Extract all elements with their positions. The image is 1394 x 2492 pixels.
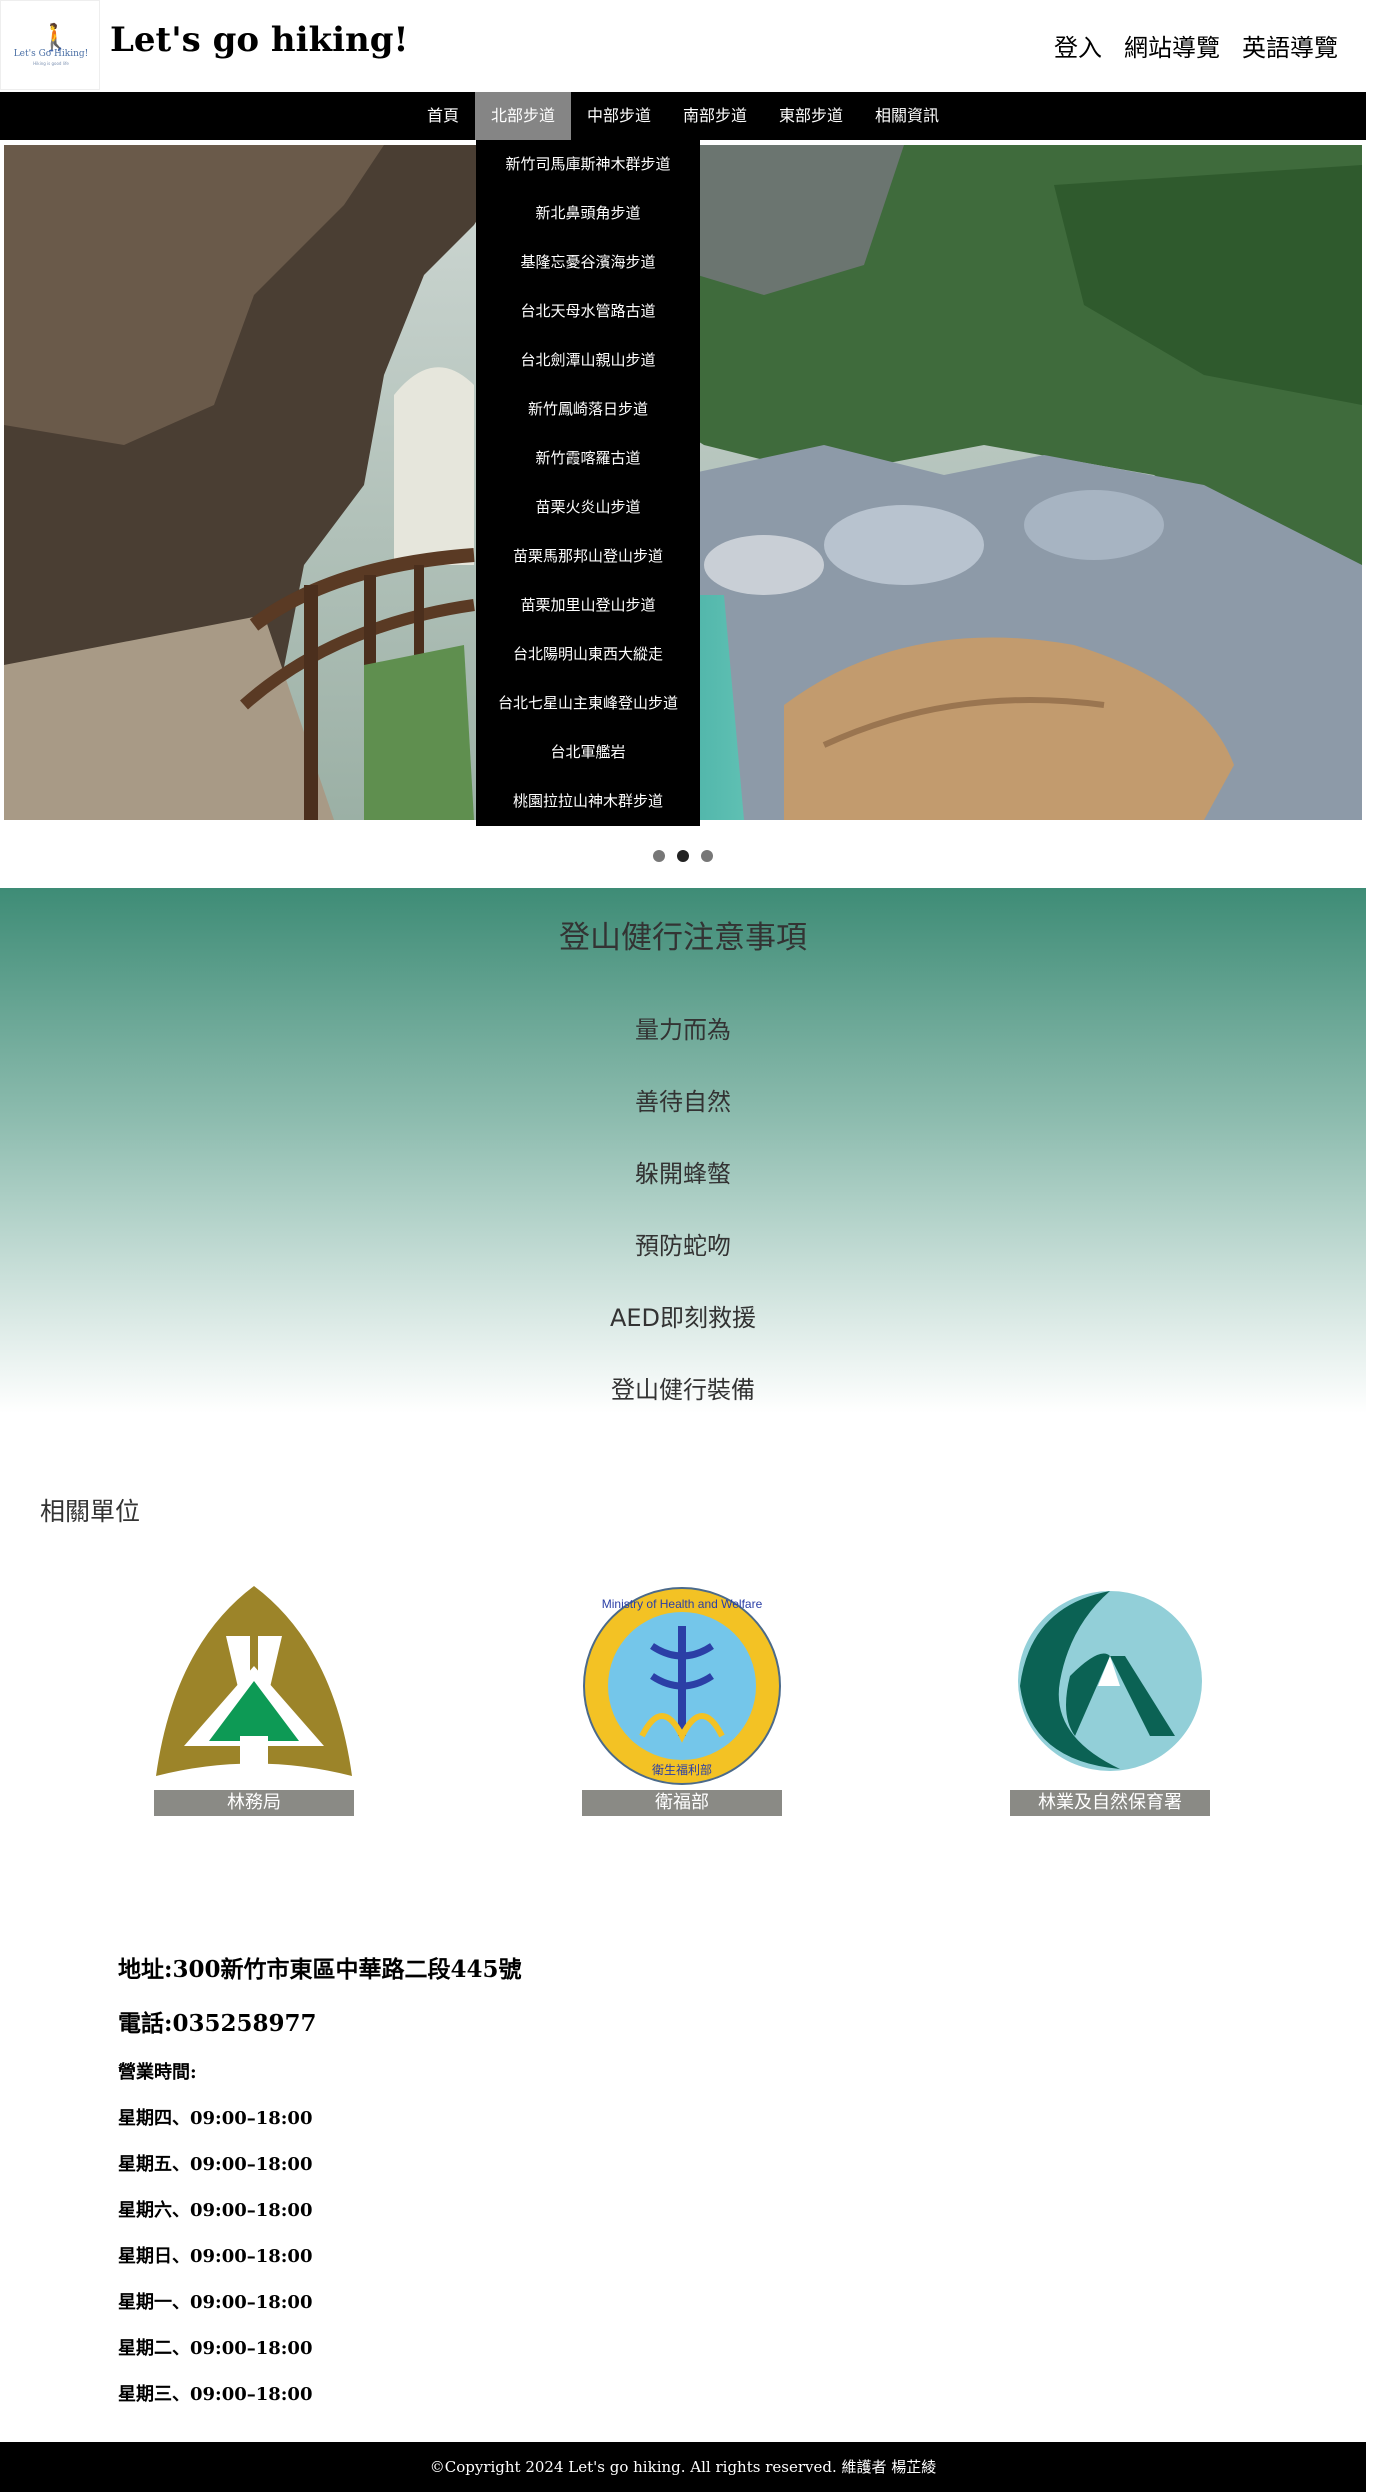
dropdown-item[interactable]: 台北天母水管路古道 xyxy=(476,287,700,336)
dropdown-item[interactable]: 新竹霞喀羅古道 xyxy=(476,434,700,483)
carousel-indicators xyxy=(0,850,1366,862)
dropdown-item[interactable]: 苗栗馬那邦山登山步道 xyxy=(476,532,700,581)
tip-link[interactable]: 量力而為 xyxy=(0,1010,1366,1045)
org-card-forestry-bureau[interactable]: 林務局 xyxy=(154,1586,354,1816)
related-orgs-title: 相關單位 xyxy=(40,1497,141,1526)
carousel-dot-2[interactable] xyxy=(677,850,689,862)
dropdown-item[interactable]: 新竹司馬庫斯神木群步道 xyxy=(476,140,700,189)
nav-item-south-trails[interactable]: 南部步道 xyxy=(667,92,763,140)
nav-item-north-trails[interactable]: 北部步道 xyxy=(474,92,571,140)
dropdown-item[interactable]: 新北鼻頭角步道 xyxy=(476,189,700,238)
forestry-bureau-logo-icon xyxy=(156,1586,352,1776)
org-card-ministry-health[interactable]: Ministry of Health and Welfare 衛生福利部 衛福部 xyxy=(582,1586,782,1816)
dropdown-item[interactable]: 台北軍艦岩 xyxy=(476,728,700,777)
org-label: 林業及自然保育署 xyxy=(1010,1790,1210,1816)
nav-item-related-info[interactable]: 相關資訊 xyxy=(859,92,955,140)
address-text: 地址:300新竹市東區中華路二段445號 xyxy=(118,1956,522,1983)
main-nav: 首頁 北部步道 中部步道 南部步道 東部步道 相關資訊 xyxy=(0,92,1366,140)
dropdown-item[interactable]: 苗栗火炎山步道 xyxy=(476,483,700,532)
hours-row: 星期日、09:00–18:00 xyxy=(118,2246,313,2267)
hours-row: 星期四、09:00–18:00 xyxy=(118,2108,313,2129)
tip-link[interactable]: 善待自然 xyxy=(0,1082,1366,1117)
dropdown-item[interactable]: 桃園拉拉山神木群步道 xyxy=(476,777,700,826)
logo-english-text: Ministry of Health and Welfare xyxy=(602,1597,763,1611)
hours-row: 星期六、09:00–18:00 xyxy=(118,2200,313,2221)
logo-chinese-text: 衛生福利部 xyxy=(652,1762,712,1777)
hours-row: 星期二、09:00–18:00 xyxy=(118,2338,313,2359)
org-label: 林務局 xyxy=(154,1790,354,1816)
hours-row: 星期五、09:00–18:00 xyxy=(118,2154,313,2175)
hours-row: 星期一、09:00–18:00 xyxy=(118,2292,313,2313)
carousel-dot-1[interactable] xyxy=(653,850,665,862)
org-label: 衛福部 xyxy=(582,1790,782,1816)
hours-row: 星期三、09:00–18:00 xyxy=(118,2384,313,2405)
dropdown-item[interactable]: 苗栗加里山登山步道 xyxy=(476,581,700,630)
site-logo[interactable]: 🚶 Let's Go Hiking! Hiking is good life xyxy=(0,0,100,90)
dropdown-item[interactable]: 台北陽明山東西大縱走 xyxy=(476,630,700,679)
nav-item-home[interactable]: 首頁 xyxy=(411,92,475,140)
hiking-tips-section: 登山健行注意事項 量力而為 善待自然 躲開蜂螫 預防蛇吻 AED即刻救援 登山健… xyxy=(0,888,1366,1413)
dropdown-item[interactable]: 台北劍潭山親山步道 xyxy=(476,336,700,385)
forestry-conservation-agency-logo-icon xyxy=(1018,1591,1202,1771)
north-trails-dropdown: 新竹司馬庫斯神木群步道 新北鼻頭角步道 基隆忘憂谷濱海步道 台北天母水管路古道 … xyxy=(476,140,700,826)
site-footer: ©Copyright 2024 Let's go hiking. All rig… xyxy=(0,2442,1366,2492)
dropdown-item[interactable]: 新竹鳳崎落日步道 xyxy=(476,385,700,434)
tips-title: 登山健行注意事項 xyxy=(559,920,807,956)
tip-link[interactable]: 登山健行裝備 xyxy=(0,1370,1366,1405)
carousel-dot-3[interactable] xyxy=(701,850,713,862)
site-header: 🚶 Let's Go Hiking! Hiking is good life L… xyxy=(0,0,1366,92)
english-guide-link[interactable]: 英語導覽 xyxy=(1242,28,1338,63)
dropdown-item[interactable]: 基隆忘憂谷濱海步道 xyxy=(476,238,700,287)
contact-info: 地址:300新竹市東區中華路二段445號 電話:035258977 營業時間: … xyxy=(118,1950,522,2426)
sitemap-link[interactable]: 網站導覽 xyxy=(1124,28,1220,63)
nav-item-central-trails[interactable]: 中部步道 xyxy=(571,92,667,140)
logo-subtext: Hiking is good life xyxy=(33,61,69,66)
hours-title: 營業時間: xyxy=(118,2062,197,2083)
login-link[interactable]: 登入 xyxy=(1054,28,1102,63)
tip-link[interactable]: 躲開蜂螫 xyxy=(0,1154,1366,1189)
nav-item-east-trails[interactable]: 東部步道 xyxy=(763,92,859,140)
site-title: Let's go hiking! xyxy=(110,20,409,60)
logo-text: Let's Go Hiking! xyxy=(13,49,89,59)
phone-text: 電話:035258977 xyxy=(118,2010,317,2037)
dropdown-item[interactable]: 台北七星山主東峰登山步道 xyxy=(476,679,700,728)
tip-link[interactable]: 預防蛇吻 xyxy=(0,1226,1366,1261)
top-links: 登入 網站導覽 英語導覽 xyxy=(1054,28,1338,63)
org-card-forestry-conservation[interactable]: 林業及自然保育署 xyxy=(1010,1586,1210,1816)
tip-link[interactable]: AED即刻救援 xyxy=(0,1298,1366,1333)
ministry-health-welfare-logo-icon: Ministry of Health and Welfare 衛生福利部 xyxy=(583,1587,781,1785)
